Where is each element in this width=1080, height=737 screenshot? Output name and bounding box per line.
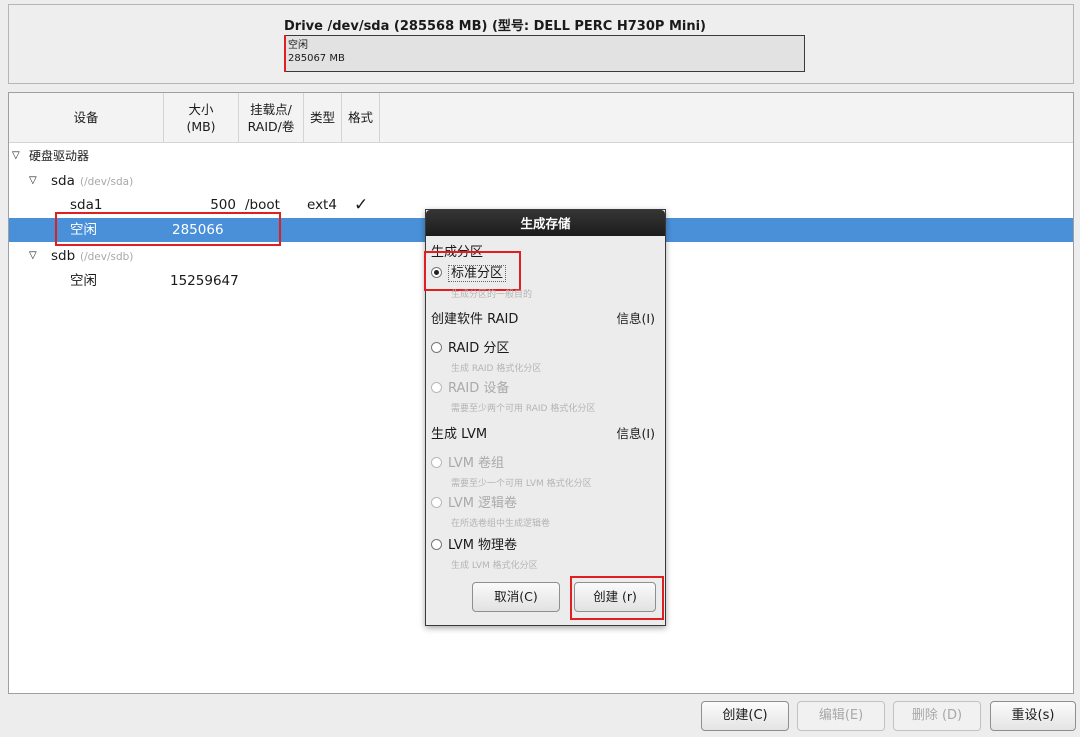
option-label: RAID 分区 [448, 341, 510, 356]
option-label: LVM 卷组 [448, 456, 505, 471]
drive-bar-size: 285067 MB [288, 53, 345, 64]
delete-button: 删除 (D) [893, 701, 981, 731]
drive-bar-label: 空闲 [288, 40, 308, 51]
disk-name: sdb [51, 248, 76, 264]
drive-free-space-bar[interactable]: 空闲 285067 MB [284, 35, 805, 72]
disk-path: (/dev/sdb) [80, 251, 134, 263]
expander-icon[interactable]: ▽ [29, 169, 37, 193]
expander-icon[interactable]: ▽ [12, 144, 20, 168]
option-lvm-volume-group: LVM 卷组 [431, 452, 504, 471]
option-label: LVM 物理卷 [448, 538, 518, 553]
disk-name: sda [51, 173, 75, 189]
option-label: LVM 逻辑卷 [448, 496, 518, 511]
drive-title: Drive /dev/sda (285568 MB) (型号: DELL PER… [284, 19, 706, 34]
partition-size: 15259647 [170, 273, 239, 289]
format-check-icon: ✓ [354, 195, 369, 215]
create-button[interactable]: 创建(C) [701, 701, 789, 731]
edit-button: 编辑(E) [797, 701, 885, 731]
option-label: RAID 设备 [448, 381, 510, 396]
cancel-button[interactable]: 取消(C) [472, 582, 560, 612]
partition-type: ext4 [307, 197, 337, 213]
lvm-info-link[interactable]: 信息(I) [617, 423, 655, 442]
expander-icon[interactable]: ▽ [29, 244, 37, 268]
option-desc: 生成分区的一般目的 [451, 290, 533, 300]
option-desc: 在所选卷组中生成逻辑卷 [451, 519, 551, 529]
section-create-raid: 创建软件 RAID [431, 312, 519, 327]
highlight-box [55, 212, 281, 246]
header-mount[interactable]: 挂载点/ RAID/卷 [239, 93, 304, 142]
option-desc: 需要至少一个可用 LVM 格式化分区 [451, 479, 592, 489]
radio-disabled-icon [431, 497, 442, 508]
highlight-box [424, 251, 521, 291]
disk-path: (/dev/sda) [80, 176, 134, 188]
group-label: 硬盘驱动器 [29, 149, 90, 163]
highlight-box [570, 576, 664, 620]
option-desc: 生成 LVM 格式化分区 [451, 561, 538, 571]
raid-info-link[interactable]: 信息(I) [617, 308, 655, 327]
option-lvm-logical-volume: LVM 逻辑卷 [431, 492, 517, 511]
option-raid-partition[interactable]: RAID 分区 [431, 337, 509, 356]
option-desc: 需要至少两个可用 RAID 格式化分区 [451, 404, 596, 414]
tree-header: 设备 大小 (MB) 挂载点/ RAID/卷 类型 格式 [9, 93, 1073, 143]
tree-row-group[interactable]: ▽ 硬盘驱动器 [9, 144, 1073, 168]
radio-disabled-icon [431, 457, 442, 468]
reset-button[interactable]: 重设(s) [990, 701, 1076, 731]
option-desc: 生成 RAID 格式化分区 [451, 364, 542, 374]
tree-row-sda[interactable]: ▽ sda (/dev/sda) [9, 169, 1073, 193]
header-type[interactable]: 类型 [304, 93, 342, 142]
radio-icon[interactable] [431, 342, 442, 353]
header-device[interactable]: 设备 [9, 93, 164, 142]
header-size[interactable]: 大小 (MB) [164, 93, 239, 142]
radio-icon[interactable] [431, 539, 442, 550]
drive-panel: Drive /dev/sda (285568 MB) (型号: DELL PER… [8, 4, 1074, 84]
option-lvm-physical-volume[interactable]: LVM 物理卷 [431, 534, 517, 553]
create-storage-dialog: 生成存储 生成分区 标准分区 生成分区的一般目的 创建软件 RAID 信息(I)… [424, 209, 666, 626]
partition-name: 空闲 [70, 273, 97, 289]
dialog-title[interactable]: 生成存储 [426, 210, 665, 236]
radio-disabled-icon [431, 382, 442, 393]
drive-bar-highlight [284, 35, 286, 72]
section-create-lvm: 生成 LVM [431, 427, 488, 442]
header-format[interactable]: 格式 [342, 93, 380, 142]
option-raid-device: RAID 设备 [431, 377, 509, 396]
